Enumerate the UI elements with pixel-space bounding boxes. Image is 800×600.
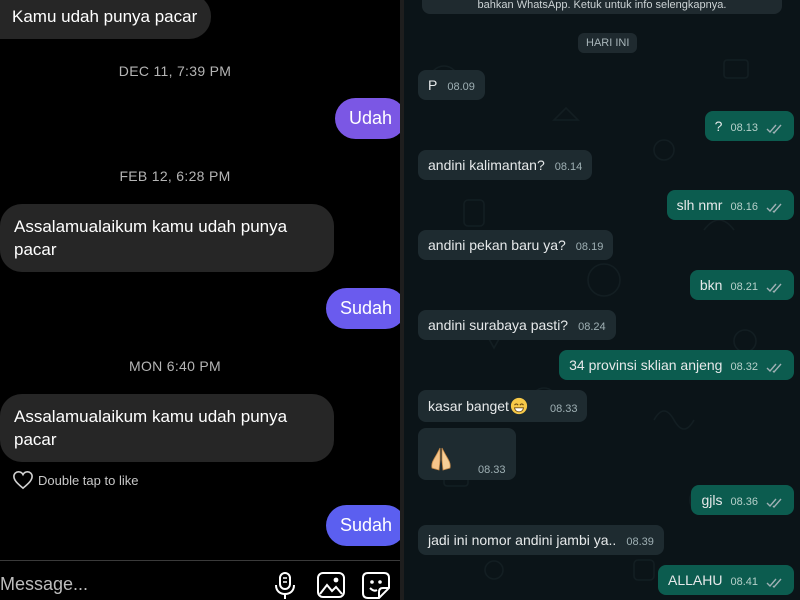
message-text: jadi ini nomor andini jambi ya..: [428, 532, 617, 548]
message-bubble-outgoing[interactable]: Sudah: [326, 505, 400, 546]
message-text: Sudah: [340, 298, 393, 318]
message-text: Udah: [349, 108, 393, 128]
message-bubble-incoming[interactable]: P 08.09: [418, 70, 485, 100]
double-tap-hint[interactable]: Double tap to like: [12, 470, 138, 490]
message-bubble-outgoing[interactable]: ALLAHU 08.41: [658, 565, 794, 595]
message-text: gjls: [701, 492, 723, 508]
message-bubble-outgoing[interactable]: slh nmr 08.16: [666, 190, 794, 220]
message-time: 08.36: [730, 496, 758, 508]
timestamp: FEB 12, 6:28 PM: [119, 168, 231, 184]
date-chip: HARI INI: [578, 33, 638, 53]
message-text: slh nmr: [676, 197, 723, 213]
message-bubble-incoming[interactable]: 08.33: [418, 428, 516, 480]
double-tap-label: Double tap to like: [38, 472, 139, 488]
message-bubble-outgoing[interactable]: Sudah: [326, 288, 400, 329]
gallery-icon[interactable]: [316, 570, 346, 600]
message-time: 08.21: [730, 281, 758, 293]
message-text: Sudah: [340, 515, 393, 535]
message-bubble-outgoing[interactable]: gjls 08.36: [691, 485, 794, 515]
read-receipt-icon: [766, 124, 782, 134]
microphone-icon[interactable]: [272, 570, 298, 600]
encryption-banner[interactable]: bahkan WhatsApp. Ketuk untuk info seleng…: [422, 0, 782, 14]
message-text: 34 provinsi sklian anjeng: [569, 357, 723, 373]
message-text: Assalamualaikum kamu udah punya pacar: [14, 407, 288, 449]
whatsapp-chat-panel: bahkan WhatsApp. Ketuk untuk info seleng…: [404, 0, 800, 600]
read-receipt-icon: [766, 203, 782, 213]
grinning-emoji-icon: [510, 397, 528, 415]
read-receipt-icon: [766, 578, 782, 588]
message-time: 08.24: [578, 321, 606, 333]
message-text: ?: [714, 118, 723, 134]
message-bubble-outgoing[interactable]: Udah: [335, 98, 400, 139]
message-bubble-outgoing[interactable]: bkn 08.21: [689, 270, 794, 300]
message-text: Assalamualaikum kamu udah punya pacar: [14, 217, 288, 259]
message-bubble-incoming[interactable]: andini kalimantan? 08.14: [418, 150, 593, 180]
instagram-chat-panel: Kamu udah punya pacar DEC 11, 7:39 PM Ud…: [0, 0, 400, 600]
message-bubble-outgoing[interactable]: ? 08.13: [704, 111, 794, 141]
message-text: andini kalimantan?: [428, 157, 545, 173]
heart-icon: [13, 470, 33, 490]
message-text: andini surabaya pasti?: [428, 317, 569, 333]
message-text: bkn: [699, 277, 723, 293]
message-time: 08.09: [447, 81, 475, 93]
message-time: 08.13: [730, 122, 758, 134]
message-text: andini pekan baru ya?: [428, 237, 566, 253]
message-time: 08.19: [575, 241, 604, 253]
message-time: 08.33: [478, 464, 506, 476]
message-bubble-incoming[interactable]: Assalamualaikum kamu udah punya pacar: [0, 204, 334, 272]
message-bubble-incoming[interactable]: andini pekan baru ya? 08.19: [418, 230, 614, 260]
message-time: 08.16: [730, 201, 758, 213]
message-text: kasar banget: [428, 397, 528, 415]
message-time: 08.39: [626, 536, 654, 548]
message-bubble-incoming[interactable]: andini surabaya pasti? 08.24: [418, 310, 616, 340]
read-receipt-icon: [766, 283, 782, 293]
message-bubble-incoming[interactable]: jadi ini nomor andini jambi ya.. 08.39: [418, 525, 664, 555]
message-time: 08.41: [730, 576, 758, 588]
timestamp: MON 6:40 PM: [129, 358, 221, 374]
message-bubble-incoming[interactable]: Assalamualaikum kamu udah punya pacar: [0, 394, 334, 462]
message-bubble-incoming[interactable]: Kamu udah punya pacar: [0, 0, 212, 39]
message-text: ALLAHU: [668, 572, 723, 588]
message-input[interactable]: Message...: [0, 574, 88, 595]
read-receipt-icon: [766, 498, 782, 508]
message-text: Kamu udah punya pacar: [12, 7, 198, 26]
timestamp: DEC 11, 7:39 PM: [118, 63, 232, 79]
message-bubble-incoming[interactable]: kasar banget 08.33: [418, 390, 588, 422]
message-time: 08.33: [549, 403, 578, 415]
read-receipt-icon: [766, 363, 782, 373]
sticker-icon[interactable]: [361, 570, 391, 600]
message-bubble-outgoing[interactable]: 34 provinsi sklian anjeng 08.32: [559, 350, 794, 380]
message-time: 08.14: [554, 161, 583, 173]
folded-hands-emoji-icon: [431, 447, 451, 471]
message-text: P: [428, 77, 438, 93]
message-time: 08.32: [730, 361, 758, 373]
